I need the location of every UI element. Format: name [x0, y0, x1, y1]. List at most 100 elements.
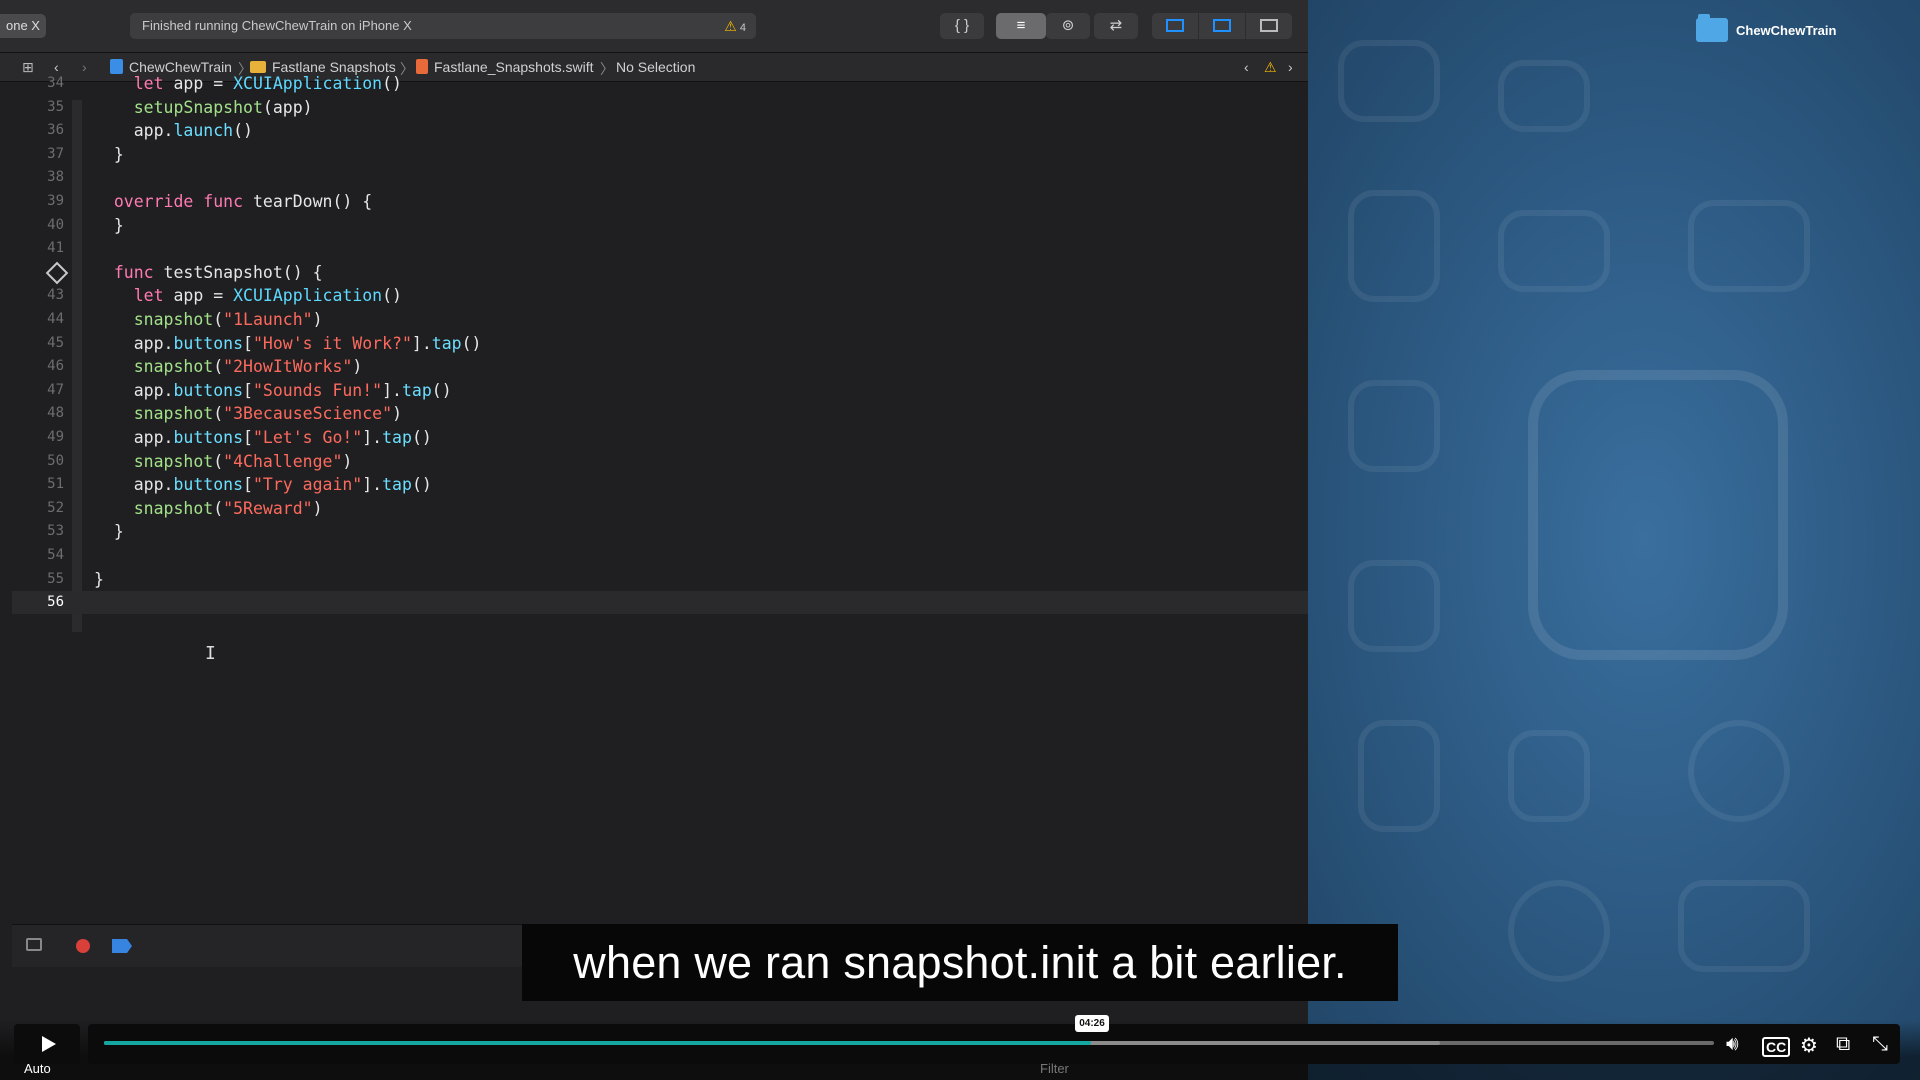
- play-button[interactable]: [14, 1024, 80, 1064]
- code-text: snapshot("2HowItWorks"): [133, 357, 363, 376]
- lines-icon: ≡: [1016, 17, 1026, 34]
- line-number: 55: [47, 571, 64, 587]
- swap-arrows-icon: ⇄: [1109, 17, 1123, 34]
- code-text: snapshot("5Reward"): [133, 499, 323, 518]
- exit-fullscreen-icon[interactable]: ⤡: [1872, 1033, 1888, 1056]
- code-text: app.launch(): [94, 121, 253, 140]
- line-number: 52: [47, 500, 64, 516]
- code-line[interactable]: 38: [12, 166, 1308, 189]
- code-text: override func tearDown() {: [113, 192, 373, 211]
- test-diamond-icon[interactable]: [45, 261, 69, 285]
- warning-icon: ⚠: [724, 18, 737, 34]
- line-number: 46: [47, 358, 64, 374]
- background-glyph: [1688, 720, 1790, 822]
- library-button[interactable]: { }: [940, 13, 984, 39]
- code-line[interactable]: 50 snapshot("4Challenge"): [12, 450, 1308, 473]
- played-bar: [104, 1041, 1091, 1045]
- closed-captions-icon[interactable]: CC: [1762, 1037, 1791, 1057]
- code-line[interactable]: 34 let app = XCUIApplication(): [12, 72, 1308, 95]
- record-indicator-icon[interactable]: [76, 939, 90, 953]
- breakpoints-toggle-icon[interactable]: [112, 939, 132, 953]
- desktop-folder[interactable]: ChewChewTrain: [1696, 14, 1837, 42]
- toolbar: one X Finished running ChewChewTrain on …: [0, 0, 1308, 53]
- code-line[interactable]: 51 app.buttons["Try again"].tap(): [12, 473, 1308, 496]
- background-glyph: [1348, 560, 1440, 652]
- code-line[interactable]: 46 snapshot("2HowItWorks"): [12, 355, 1308, 378]
- code-text: app.buttons["How's it Work?"].tap(): [94, 334, 482, 353]
- background-glyph: [1338, 40, 1440, 122]
- code-line[interactable]: 39 override func tearDown() {: [12, 190, 1308, 213]
- source-editor[interactable]: 34 let app = XCUIApplication() 35 setupSn…: [12, 74, 1308, 924]
- miniplayer-icon[interactable]: ⧉: [1836, 1033, 1850, 1056]
- line-number: 39: [47, 193, 64, 209]
- code-line[interactable]: 56: [12, 591, 1308, 614]
- line-number: 49: [47, 429, 64, 445]
- scheme-selector[interactable]: one X: [0, 14, 46, 38]
- line-number: 43: [47, 287, 64, 303]
- code-text: snapshot("3BecauseScience"): [133, 404, 402, 423]
- code-line[interactable]: 43 let app = XCUIApplication(): [12, 284, 1308, 307]
- code-text: app.buttons["Let's Go!"].tap(): [94, 428, 432, 447]
- code-line[interactable]: 48 snapshot("3BecauseScience"): [12, 402, 1308, 425]
- line-number: 53: [47, 523, 64, 539]
- code-line[interactable]: 44 snapshot("1Launch"): [12, 308, 1308, 331]
- warning-indicator[interactable]: ⚠ 4: [724, 13, 746, 41]
- background-glyph: [1348, 190, 1440, 302]
- code-line[interactable]: 47 app.buttons["Sounds Fun!"].tap(): [12, 379, 1308, 402]
- code-text: snapshot("4Challenge"): [133, 452, 353, 471]
- debug-area-toggle-button[interactable]: [1199, 13, 1245, 39]
- code-text: }: [94, 570, 104, 589]
- code-line[interactable]: 37 }: [12, 143, 1308, 166]
- line-number: 38: [47, 169, 64, 185]
- ibeam-cursor-icon: I: [205, 643, 216, 664]
- line-number: 56: [47, 594, 64, 610]
- line-number: 34: [47, 75, 64, 91]
- background-glyph: [1498, 210, 1610, 292]
- code-line[interactable]: 45 app.buttons["How's it Work?"].tap(): [12, 332, 1308, 355]
- settings-gear-icon[interactable]: ⚙︎: [1800, 1033, 1818, 1058]
- code-line[interactable]: 41: [12, 237, 1308, 260]
- line-number: 41: [47, 240, 64, 256]
- code-line[interactable]: 52 snapshot("5Reward"): [12, 497, 1308, 520]
- background-glyph: [1498, 60, 1590, 132]
- code-line[interactable]: 49 app.buttons["Let's Go!"].tap(): [12, 426, 1308, 449]
- code-line[interactable]: 36 app.launch(): [12, 119, 1308, 142]
- activity-status-text: Finished running ChewChewTrain on iPhone…: [142, 18, 412, 33]
- version-editor-button[interactable]: ⇄: [1094, 13, 1138, 39]
- navigator-toggle-button[interactable]: [1152, 13, 1198, 39]
- code-line[interactable]: 53 }: [12, 520, 1308, 543]
- inspector-toggle-button[interactable]: [1246, 13, 1292, 39]
- background-glyph: [1678, 880, 1810, 972]
- code-text: snapshot("1Launch"): [133, 310, 323, 329]
- quality-label[interactable]: Auto: [24, 1061, 51, 1076]
- background-glyph: [1688, 200, 1810, 292]
- line-number: 51: [47, 476, 64, 492]
- background-glyph: [1508, 730, 1590, 822]
- filter-field[interactable]: Filter: [1040, 1061, 1069, 1076]
- code-line[interactable]: 54: [12, 544, 1308, 567]
- hide-debug-area-icon[interactable]: [26, 938, 42, 951]
- code-text: }: [94, 522, 124, 541]
- code-text: app.buttons["Try again"].tap(): [94, 475, 432, 494]
- code-text: let app = XCUIApplication(): [133, 286, 402, 305]
- code-line[interactable]: 55}: [12, 568, 1308, 591]
- folder-icon: [1696, 14, 1728, 42]
- code-line[interactable]: 42 func testSnapshot() {: [12, 261, 1308, 285]
- code-text: }: [94, 216, 124, 235]
- volume-icon[interactable]: 🔊︎: [1726, 1033, 1739, 1056]
- standard-editor-button[interactable]: ≡: [996, 13, 1046, 39]
- assistant-editor-button[interactable]: ⊚: [1046, 13, 1090, 39]
- line-number: 50: [47, 453, 64, 469]
- code-text: func testSnapshot() {: [113, 263, 323, 282]
- line-number: 37: [47, 146, 64, 162]
- line-number: 36: [47, 122, 64, 138]
- line-number: 44: [47, 311, 64, 327]
- code-text: app.buttons["Sounds Fun!"].tap(): [94, 381, 452, 400]
- code-line[interactable]: 35 setupSnapshot(app): [12, 96, 1308, 119]
- desktop-folder-label: ChewChewTrain: [1736, 22, 1837, 38]
- right-panel-icon: [1260, 19, 1278, 32]
- code-text: let app = XCUIApplication(): [133, 74, 402, 93]
- code-line[interactable]: 40 }: [12, 214, 1308, 237]
- time-tooltip: 04:26: [1075, 1015, 1109, 1032]
- swift-logo-watermark: [1528, 370, 1788, 660]
